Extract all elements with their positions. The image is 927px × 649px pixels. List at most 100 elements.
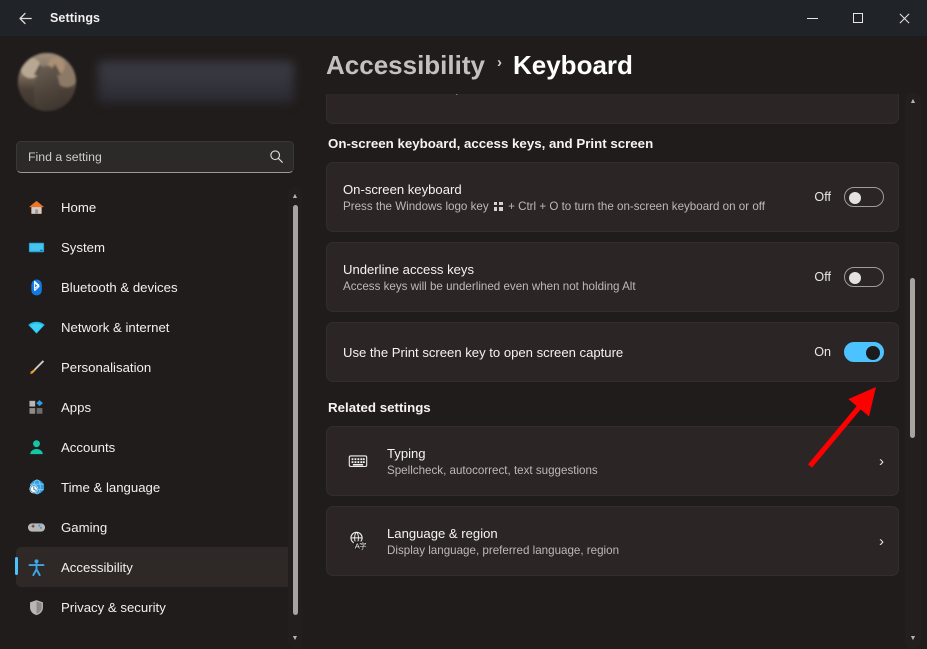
- account-name-redacted: [98, 61, 294, 103]
- sidebar-item-label: Bluetooth & devices: [61, 280, 178, 295]
- language-region-icon: A 字: [343, 530, 373, 552]
- on-screen-keyboard-toggle[interactable]: [844, 187, 884, 207]
- chevron-right-icon: ›: [879, 453, 884, 470]
- chevron-right-icon: ›: [497, 54, 502, 71]
- toggle-state-label: On: [813, 345, 831, 359]
- back-button[interactable]: [8, 3, 42, 33]
- on-screen-keyboard-card: On-screen keyboard Press the Windows log…: [326, 162, 899, 232]
- notification-icon: [343, 94, 373, 97]
- accounts-icon: [21, 438, 51, 457]
- wifi-icon: [21, 318, 51, 337]
- desc-part-before: Press the Windows logo key: [343, 200, 492, 213]
- card-title: Notification preferences: [387, 94, 873, 95]
- sidebar-item-label: Personalisation: [61, 360, 151, 375]
- gamepad-icon: [21, 518, 51, 537]
- setting-title: Typing: [387, 446, 873, 461]
- maximize-icon: [853, 13, 863, 23]
- sidebar-item-label: Accessibility: [61, 560, 133, 575]
- sidebar-item-accessibility[interactable]: Accessibility: [16, 547, 297, 587]
- windows-logo-key-icon: [494, 202, 503, 211]
- sidebar-item-network-internet[interactable]: Network & internet: [16, 307, 297, 347]
- toggle-state-label: Off: [813, 270, 831, 284]
- sidebar-item-label: System: [61, 240, 105, 255]
- sidebar-item-label: Accounts: [61, 440, 115, 455]
- search-icon: [269, 149, 284, 169]
- sidebar-item-bluetooth-devices[interactable]: Bluetooth & devices: [16, 267, 297, 307]
- chevron-down-icon[interactable]: ▼: [909, 635, 917, 643]
- page-title: Keyboard: [513, 50, 633, 81]
- svg-text:字: 字: [359, 542, 366, 551]
- sidebar-item-system[interactable]: System: [16, 227, 297, 267]
- breadcrumb-parent[interactable]: Accessibility: [326, 50, 485, 81]
- search-input[interactable]: Find a setting: [16, 141, 294, 173]
- sidebar-item-label: Apps: [61, 400, 91, 415]
- sidebar-item-label: Privacy & security: [61, 600, 166, 615]
- search-placeholder: Find a setting: [28, 150, 102, 164]
- bluetooth-icon: [21, 278, 51, 297]
- sidebar-item-label: Time & language: [61, 480, 160, 495]
- title-bar: Settings: [0, 0, 927, 36]
- close-button[interactable]: [881, 0, 927, 36]
- setting-title: Underline access keys: [343, 262, 813, 277]
- avatar: [18, 53, 76, 111]
- setting-title: Use the Print screen key to open screen …: [343, 345, 813, 360]
- sidebar-item-label: Home: [61, 200, 96, 215]
- sidebar-item-personalisation[interactable]: Personalisation: [16, 347, 297, 387]
- minimize-button[interactable]: [789, 0, 835, 36]
- window-title: Settings: [50, 11, 100, 25]
- toggle-knob: [849, 192, 861, 204]
- account-profile[interactable]: [18, 53, 294, 111]
- language-region-card[interactable]: A 字 Language & region Display language, …: [326, 506, 899, 576]
- settings-window: Settings Find a setting: [0, 0, 927, 649]
- setting-description: Press the Windows logo key + Ctrl + O to…: [343, 200, 813, 213]
- accessibility-icon: [21, 558, 51, 577]
- maximize-button[interactable]: [835, 0, 881, 36]
- time-language-icon: [21, 478, 51, 497]
- chevron-up-icon[interactable]: ▲: [909, 98, 917, 106]
- breadcrumb: Accessibility › Keyboard: [310, 36, 927, 94]
- section-heading-onscreen-keyboard: On-screen keyboard, access keys, and Pri…: [328, 136, 891, 151]
- sidebar-scrollbar-thumb[interactable]: [293, 205, 298, 615]
- chevron-right-icon: ›: [879, 94, 884, 96]
- underline-access-keys-toggle[interactable]: [844, 267, 884, 287]
- setting-description: Spellcheck, autocorrect, text suggestion…: [387, 464, 873, 477]
- paintbrush-icon: [21, 358, 51, 377]
- print-screen-card: Use the Print screen key to open screen …: [326, 322, 899, 382]
- close-icon: [898, 12, 910, 24]
- sidebar-scrollbar[interactable]: ▲ ▼: [288, 187, 302, 649]
- sidebar-nav: Home System: [0, 187, 310, 649]
- shield-icon: [21, 598, 51, 617]
- settings-scroll-area[interactable]: Notification preferences › On-screen key…: [310, 94, 927, 649]
- desc-part-after: + Ctrl + O to turn the on-screen keyboar…: [508, 200, 765, 213]
- apps-icon: [21, 398, 51, 417]
- sidebar-item-label: Gaming: [61, 520, 107, 535]
- sidebar-item-apps[interactable]: Apps: [16, 387, 297, 427]
- typing-card[interactable]: Typing Spellcheck, autocorrect, text sug…: [326, 426, 899, 496]
- sidebar-item-privacy-security[interactable]: Privacy & security: [16, 587, 297, 627]
- content-scrollbar-thumb[interactable]: [910, 278, 915, 438]
- chevron-up-icon[interactable]: ▲: [291, 193, 299, 201]
- window-controls: [789, 0, 927, 36]
- keyboard-icon: [343, 450, 373, 472]
- content-scrollbar[interactable]: ▲ ▼: [905, 92, 921, 649]
- sidebar-item-home[interactable]: Home: [16, 187, 297, 227]
- toggle-state-label: Off: [813, 190, 831, 204]
- chevron-down-icon[interactable]: ▼: [291, 635, 299, 643]
- sidebar-item-time-language[interactable]: Time & language: [16, 467, 297, 507]
- setting-title: Language & region: [387, 526, 873, 541]
- sidebar-item-gaming[interactable]: Gaming: [16, 507, 297, 547]
- system-icon: [21, 238, 51, 257]
- print-screen-toggle[interactable]: [844, 342, 884, 362]
- back-arrow-icon: [17, 10, 34, 27]
- toggle-knob: [866, 346, 880, 360]
- setting-description: Display language, preferred language, re…: [387, 544, 873, 557]
- section-heading-related-settings: Related settings: [328, 400, 891, 415]
- home-icon: [21, 198, 51, 217]
- minimize-icon: [807, 18, 818, 19]
- sidebar-item-accounts[interactable]: Accounts: [16, 427, 297, 467]
- chevron-right-icon: ›: [879, 533, 884, 550]
- sidebar-item-label: Network & internet: [61, 320, 169, 335]
- underline-access-keys-card: Underline access keys Access keys will b…: [326, 242, 899, 312]
- notification-preferences-card[interactable]: Notification preferences ›: [326, 94, 899, 124]
- toggle-knob: [849, 272, 861, 284]
